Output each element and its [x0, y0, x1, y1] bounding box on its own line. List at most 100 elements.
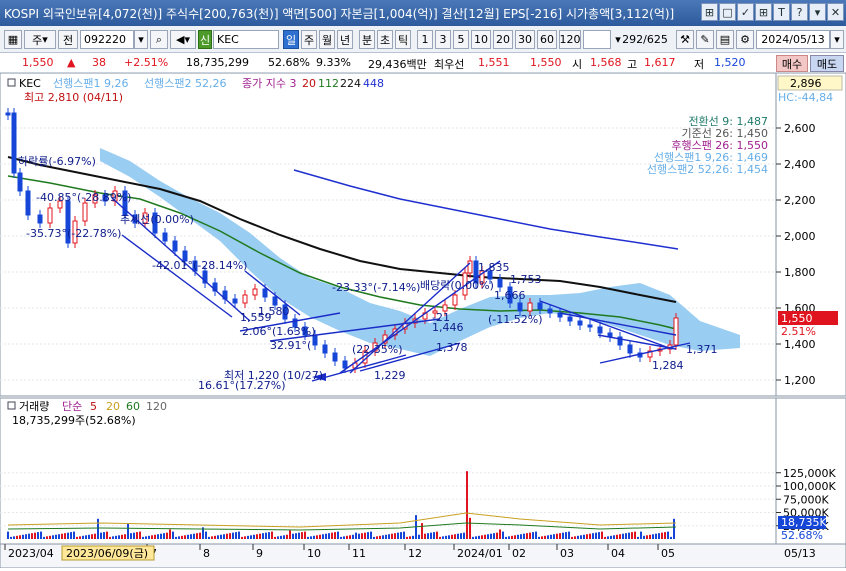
minimize-icon[interactable]: ▾ — [809, 3, 826, 21]
volume-bar — [175, 536, 177, 539]
interval-10[interactable]: 10 — [471, 30, 491, 49]
chart-annotation: 1,371 — [686, 343, 718, 356]
split-icon[interactable]: ⊞ — [755, 3, 772, 21]
trade-amount: 29,436백만 — [368, 58, 427, 71]
candle-body — [567, 316, 573, 322]
volume-bar — [439, 536, 441, 539]
period-day[interactable]: 일 — [283, 30, 299, 49]
chart-area[interactable]: 하락률(-6.97%) -40.85°(-28.89%) -35.73°(-22.7… — [0, 72, 846, 569]
volume-bar — [652, 534, 654, 539]
volume-y-tick-label: 100,000K — [783, 480, 836, 493]
volume-bar — [73, 531, 75, 539]
volume-bar — [478, 535, 480, 539]
table-icon[interactable]: ▤ — [716, 30, 734, 49]
volume-bar — [604, 536, 606, 539]
volume-bar — [400, 532, 402, 539]
current-price-tag: 1,550 — [781, 312, 813, 325]
tool-icon[interactable]: ⚒ — [676, 30, 694, 49]
volume-bar — [538, 536, 540, 539]
buy-button[interactable]: 매수 — [776, 55, 808, 72]
interval-30[interactable]: 30 — [515, 30, 535, 49]
period-week[interactable]: 주 — [301, 30, 317, 49]
volume-ma-20: 20 — [106, 400, 120, 413]
volume-bar — [433, 532, 435, 539]
volume-bar — [451, 534, 453, 539]
stock-chart[interactable]: 하락률(-6.97%) -40.85°(-28.89%) -35.73°(-22.7… — [0, 72, 846, 569]
volume-bar — [493, 533, 495, 539]
volume-legend-box-icon[interactable] — [7, 401, 16, 410]
quote-bar: 1,550 ▲ 38 +2.51% 18,735,299 52.68% 9.33… — [0, 53, 846, 73]
stock-name-field[interactable]: KEC — [213, 30, 279, 49]
volume-bar — [436, 531, 438, 539]
volume-bar — [388, 534, 390, 539]
period-year[interactable]: 년 — [337, 30, 353, 49]
interval-custom-input[interactable] — [583, 30, 611, 49]
volume-bar — [325, 533, 327, 539]
credit-badge: 신 — [198, 30, 212, 49]
interval-3[interactable]: 3 — [435, 30, 451, 49]
grid-icon[interactable]: ▦ — [4, 30, 22, 49]
search-icon[interactable]: ⌕ — [150, 30, 168, 49]
y-tick-label: 1,400 — [784, 338, 816, 351]
volume-bar — [247, 535, 249, 539]
close-icon[interactable]: ✕ — [827, 3, 844, 21]
volume-bar — [502, 531, 504, 539]
dropdown-icon[interactable]: ▾ — [134, 30, 148, 49]
help-icon[interactable]: ? — [791, 3, 808, 21]
interval-20[interactable]: 20 — [493, 30, 513, 49]
volume-bar — [370, 531, 372, 539]
candle-body — [537, 302, 543, 310]
market-select[interactable]: 주 ▾ — [24, 30, 56, 49]
interval-5[interactable]: 5 — [453, 30, 469, 49]
period-minute[interactable]: 분 — [359, 30, 375, 49]
period-month[interactable]: 월 — [319, 30, 335, 49]
check-icon[interactable]: ✓ — [737, 3, 754, 21]
sell-button[interactable]: 매도 — [810, 55, 844, 72]
layout-icon[interactable]: ⊞ — [701, 3, 718, 21]
period-second[interactable]: 초 — [377, 30, 393, 49]
x-tick-label: 05/13 — [784, 547, 816, 560]
volume-bar — [229, 533, 231, 539]
chart-annotation: 1,229 — [374, 369, 406, 382]
date-field[interactable]: 2024/05/13 — [756, 30, 830, 49]
candle-body — [452, 294, 458, 306]
volume-ma-5: 5 — [90, 400, 97, 413]
restore-icon[interactable]: □ — [719, 3, 736, 21]
volume-bar — [100, 532, 102, 539]
interval-120[interactable]: 120 — [559, 30, 581, 49]
interval-1[interactable]: 1 — [417, 30, 433, 49]
volume-bar — [49, 535, 51, 539]
legend-box-icon[interactable] — [7, 78, 16, 87]
text-icon[interactable]: T — [773, 3, 790, 21]
volume-bar — [610, 535, 612, 539]
speaker-icon[interactable]: ◀▾ — [170, 30, 196, 49]
volume-bar — [124, 534, 126, 539]
calendar-icon[interactable]: ▾ — [830, 30, 844, 49]
x-tick-label: 11 — [352, 547, 366, 560]
volume-bar — [658, 533, 660, 539]
volume-bar — [256, 534, 258, 539]
x-tick-label: 12 — [408, 547, 422, 560]
volume-ma-60: 60 — [126, 400, 140, 413]
period-tick[interactable]: 틱 — [395, 30, 411, 49]
volume-bar — [346, 535, 348, 539]
volume-bar — [127, 523, 129, 539]
volume-bar — [76, 536, 78, 539]
code-input[interactable]: 092220 — [80, 30, 134, 49]
volume-bar — [586, 534, 588, 539]
prev-button[interactable]: 전 — [58, 30, 78, 49]
volume-bar — [211, 536, 213, 539]
volume-bar — [352, 534, 354, 539]
candle-body — [673, 317, 679, 346]
volume-bar — [34, 532, 36, 539]
gear-icon[interactable]: ⚙ — [736, 30, 754, 49]
volume-bar — [199, 532, 201, 539]
volume-bar — [562, 532, 564, 539]
volume-bar — [463, 532, 465, 539]
volume-bar — [253, 534, 255, 539]
x-tick-label: 2024/01 — [457, 547, 503, 560]
volume-bar — [172, 531, 174, 539]
volume-bar — [379, 535, 381, 539]
interval-60[interactable]: 60 — [537, 30, 557, 49]
draw-icon[interactable]: ✎ — [696, 30, 714, 49]
